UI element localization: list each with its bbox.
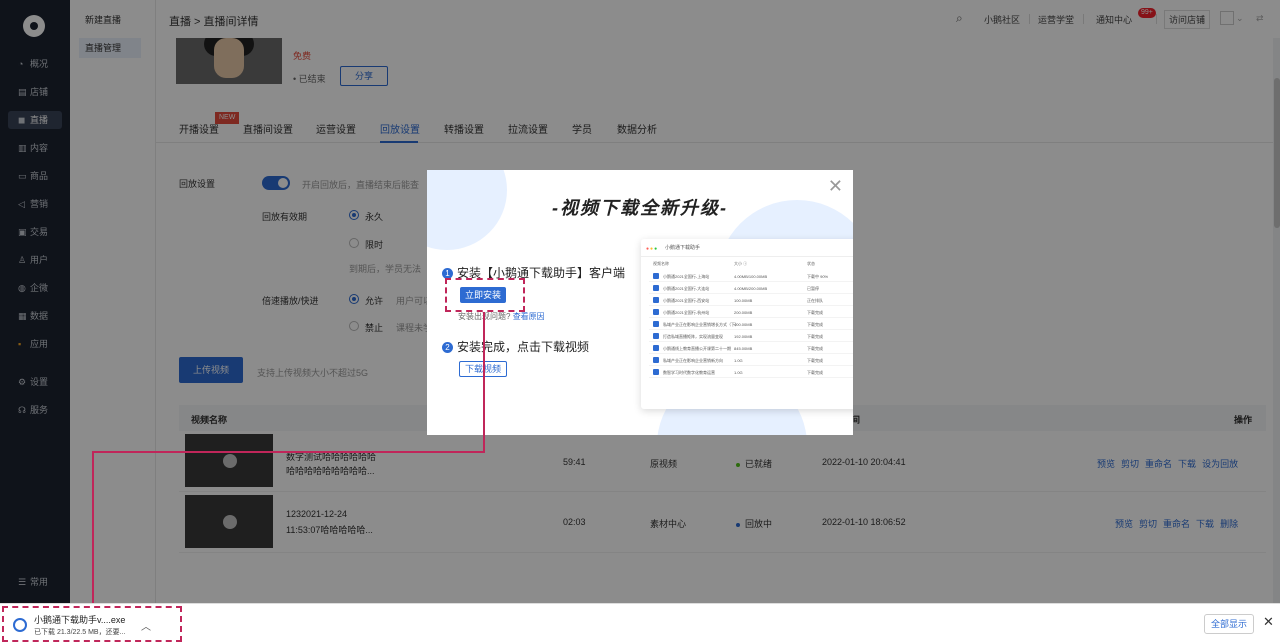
preview-status: 下载完成 — [807, 334, 823, 339]
chevron-up-icon[interactable]: ︿ — [141, 618, 151, 633]
modal-title: -视频下载全新升级- — [552, 198, 728, 218]
preview-row: 小鹅通线上教育直播公开课第二十一期 845.00MB 下载完成 — [649, 342, 853, 354]
app-preview-screenshot: ●●● 小鹅通下载助手 视频名称 大小 ⓘ 状态 小鹅通2021全国行-上海站 4… — [641, 239, 853, 409]
preview-status: 已暂停 — [807, 286, 819, 291]
preview-name: 小鹅通2021全国行-大连站 — [663, 286, 710, 291]
preview-name: 小鹅通2021全国行-上海站 — [663, 274, 710, 279]
preview-name: 私域产业正在影响企业营销增长方式（下） — [663, 322, 739, 327]
preview-header: ●●● 小鹅通下载助手 — [641, 239, 853, 257]
installer-file-icon — [13, 618, 27, 632]
preview-row: 打造私域直播矩阵，实现流量变现 192.00MB 下载完成 — [649, 330, 853, 342]
preview-row: 私域产业正在影响企业营销增长方式（下） 400.00MB 下载完成 — [649, 318, 853, 330]
preview-app-title: 小鹅通下载助手 — [665, 245, 701, 251]
preview-columns: 视频名称 大小 ⓘ 状态 — [649, 261, 853, 269]
download-item[interactable]: 小鹅通下载助手v....exe 已下载 21.3/22.5 MB，还要... ︿ — [2, 606, 182, 642]
preview-size: 845.00MB — [734, 346, 753, 351]
file-icon — [653, 273, 659, 279]
preview-size: 192.00MB — [734, 334, 753, 339]
show-all-button[interactable]: 全部显示 — [1204, 614, 1254, 634]
preview-status: 下载完成 — [807, 310, 823, 315]
preview-row: 私域产业正在影响企业营销新方向 1.0G 下载完成 — [649, 354, 853, 366]
preview-row: 小鹅通2021全国行-西安站 100.00MB 正在排队 — [649, 294, 853, 306]
file-icon — [653, 357, 659, 363]
preview-row: 小鹅通2021全国行-上海站 4.00MB/100.00MB 下载中 90% — [649, 270, 853, 282]
annotation-line — [92, 451, 94, 605]
file-icon — [653, 285, 659, 291]
file-icon — [653, 297, 659, 303]
annotation-line — [483, 312, 485, 453]
preview-size: 1.0G — [734, 358, 743, 363]
window-controls-icon: ●●● — [646, 246, 659, 252]
download-upgrade-modal: -视频下载全新升级- ✕ 1 安装【小鹅通下载助手】客户端 立即安装 安装出现问题… — [427, 170, 853, 435]
preview-col: 大小 ⓘ — [734, 261, 748, 266]
download-file-name: 小鹅通下载助手v....exe — [34, 615, 126, 625]
preview-size: 400.00MB — [734, 322, 753, 327]
preview-size: 1.0G — [734, 370, 743, 375]
close-icon[interactable]: ✕ — [828, 176, 843, 197]
download-progress: 已下载 21.3/22.5 MB，还要... — [34, 629, 126, 636]
preview-status: 正在排队 — [807, 298, 823, 303]
preview-status: 下载完成 — [807, 370, 823, 375]
preview-name: 小鹅通2021全国行-西安站 — [663, 298, 710, 303]
preview-status: 下载完成 — [807, 358, 823, 363]
preview-size: 4.00MB/100.00MB — [734, 274, 768, 279]
help-link[interactable]: 查看原因 — [513, 312, 545, 321]
file-icon — [653, 345, 659, 351]
preview-status: 下载完成 — [807, 346, 823, 351]
file-icon — [653, 333, 659, 339]
preview-name: 私域产业正在影响企业营销新方向 — [663, 358, 723, 363]
preview-size: 4.00MB/200.00MB — [734, 286, 768, 291]
file-icon — [653, 309, 659, 315]
preview-row: 小鹅通2021全国行-大连站 4.00MB/200.00MB 已暂停 — [649, 282, 853, 294]
preview-name: 数智学习时代数字化教育运营 — [663, 370, 715, 375]
preview-size: 100.00MB — [734, 298, 753, 303]
preview-col: 视频名称 — [653, 261, 669, 266]
preview-name: 打造私域直播矩阵，实现流量变现 — [663, 334, 723, 339]
preview-status: 下载中 90% — [807, 274, 829, 279]
step-two-text: 安装完成，点击下载视频 — [457, 340, 590, 354]
preview-name: 小鹅通线上教育直播公开课第二十一期 — [663, 346, 731, 351]
close-icon[interactable]: ✕ — [1263, 614, 1274, 630]
preview-row: 数智学习时代数字化教育运营 1.0G 下载完成 — [649, 366, 853, 378]
step-two: 2 安装完成，点击下载视频 — [442, 338, 589, 355]
download-bar: 小鹅通下载助手v....exe 已下载 21.3/22.5 MB，还要... ︿… — [0, 603, 1280, 643]
preview-col: 状态 — [807, 261, 815, 266]
file-icon — [653, 369, 659, 375]
preview-status: 下载完成 — [807, 322, 823, 327]
preview-size: 200.00MB — [734, 310, 753, 315]
install-help: 安装出现问题? 查看原因 — [458, 311, 545, 322]
preview-name: 小鹅通2021全国行-杭州站 — [663, 310, 710, 315]
file-icon — [653, 321, 659, 327]
annotation-line — [92, 451, 485, 453]
preview-row: 小鹅通2021全国行-杭州站 200.00MB 下载完成 — [649, 306, 853, 318]
step-number: 2 — [442, 342, 453, 353]
highlight-box — [445, 278, 525, 312]
